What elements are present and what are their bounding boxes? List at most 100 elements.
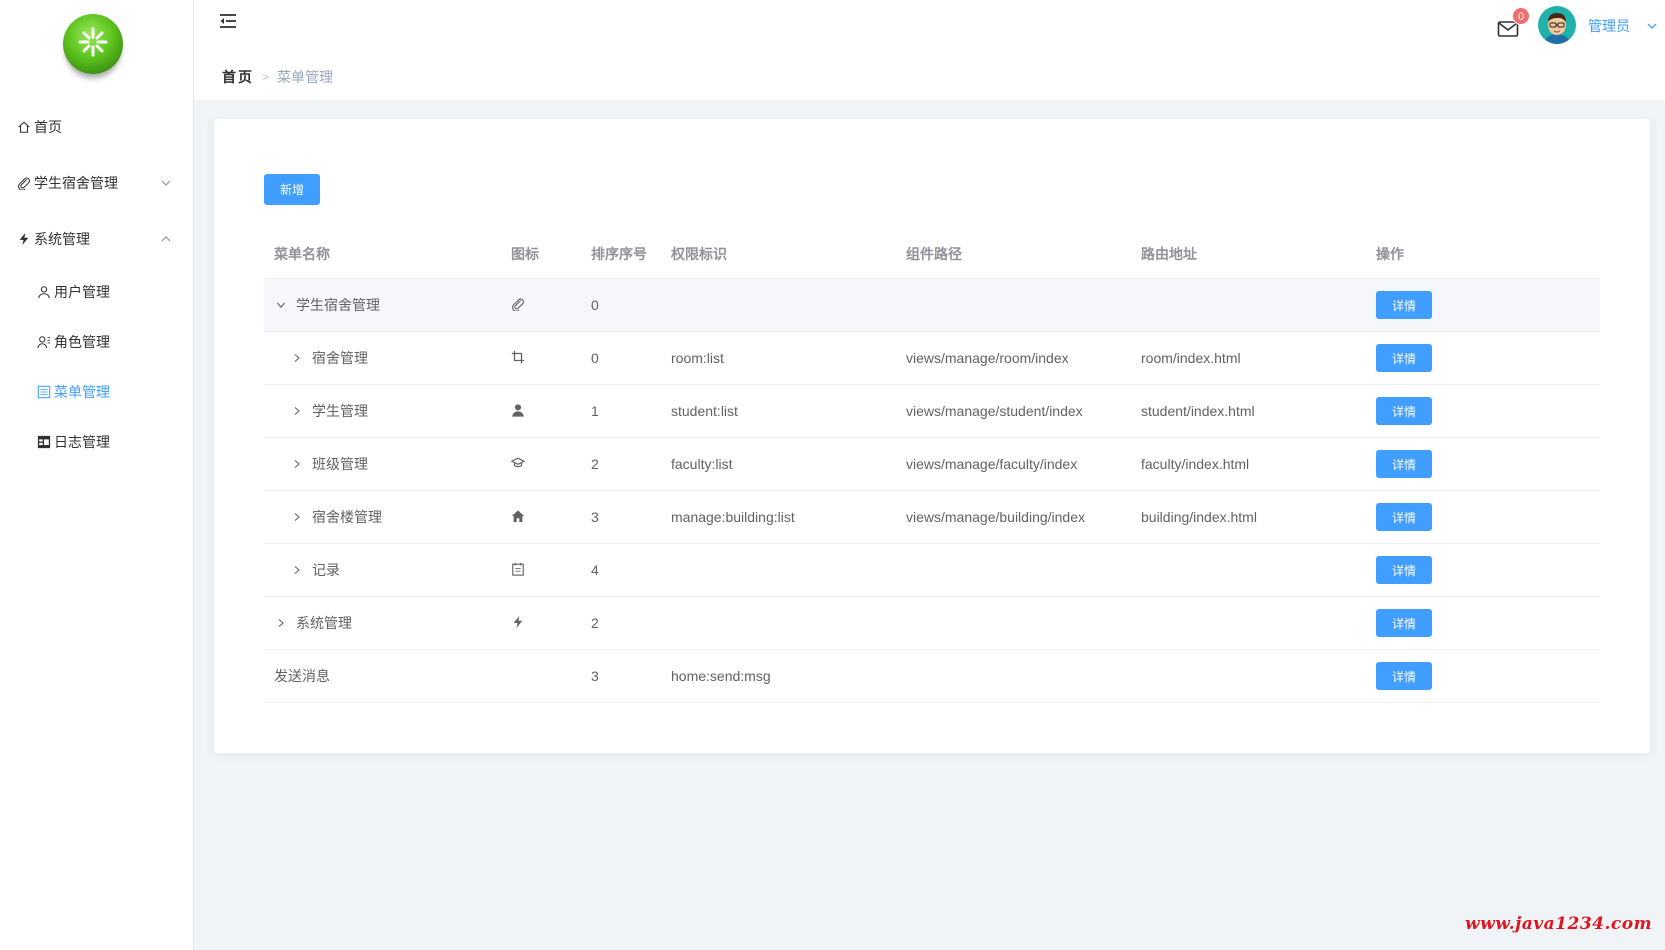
notebook-icon xyxy=(511,562,525,579)
menu-name: 宿舍楼管理 xyxy=(312,509,382,525)
user-icon xyxy=(36,284,52,300)
sidebar-item-roles[interactable]: 角色管理 xyxy=(0,327,194,357)
detail-button[interactable]: 详情 xyxy=(1376,450,1432,478)
chevron-down-icon[interactable] xyxy=(274,298,288,312)
chevron-down-icon[interactable] xyxy=(1646,19,1658,35)
main-card: 新增 菜单名称 图标 排序序号 权限标识 组件路径 路由地址 操作 学生宿舍管理… xyxy=(214,119,1650,753)
cell-icon xyxy=(501,350,581,367)
cell-name: 宿舍管理 xyxy=(264,348,501,368)
menu-name: 学生宿舍管理 xyxy=(296,297,380,313)
user-name[interactable]: 管理员 xyxy=(1588,16,1630,36)
table-row: 班级管理 2 faculty:list views/manage/faculty… xyxy=(264,438,1600,491)
cell-actions: 详情 xyxy=(1366,662,1600,690)
table-row: 学生管理 1 student:list views/manage/student… xyxy=(264,385,1600,438)
sidebar-item-users[interactable]: 用户管理 xyxy=(0,277,194,307)
cell-name: 记录 xyxy=(264,560,501,580)
table-row: 学生宿舍管理 0 详情 xyxy=(264,279,1600,332)
chevron-right-icon[interactable] xyxy=(290,563,304,577)
cell-route: room/index.html xyxy=(1141,350,1241,366)
mail-badge: 0 xyxy=(1512,7,1531,25)
detail-button[interactable]: 详情 xyxy=(1376,503,1432,531)
user-settings-icon xyxy=(36,334,52,350)
sidebar-item-label: 日志管理 xyxy=(54,434,110,450)
cell-icon xyxy=(501,403,581,420)
sidebar-item-label: 学生宿舍管理 xyxy=(34,175,118,191)
cell-component: views/manage/building/index xyxy=(906,509,1085,525)
crop-icon xyxy=(511,350,525,367)
sidebar-item-logs[interactable]: 日志管理 xyxy=(0,427,194,457)
table-header: 菜单名称 图标 排序序号 权限标识 组件路径 路由地址 操作 xyxy=(264,229,1600,279)
table-row: 宿舍管理 0 room:list views/manage/room/index… xyxy=(264,332,1600,385)
table-icon xyxy=(36,434,52,450)
cell-order: 3 xyxy=(591,509,599,525)
cell-component: views/manage/faculty/index xyxy=(906,456,1078,472)
column-header: 组件路径 xyxy=(906,245,962,262)
column-header: 操作 xyxy=(1376,245,1404,262)
sidebar-item-menus[interactable]: 菜单管理 xyxy=(0,377,194,407)
chevron-right-icon[interactable] xyxy=(274,616,288,630)
sidebar-item-label: 首页 xyxy=(34,119,62,135)
home-icon xyxy=(16,119,32,135)
column-header: 图标 xyxy=(511,245,539,262)
detail-button[interactable]: 详情 xyxy=(1376,609,1432,637)
lightning-icon xyxy=(511,615,525,632)
cell-order: 3 xyxy=(591,668,599,684)
cell-icon xyxy=(501,615,581,632)
house-icon xyxy=(511,509,525,526)
detail-button[interactable]: 详情 xyxy=(1376,556,1432,584)
fold-menu-icon[interactable] xyxy=(218,12,238,33)
cell-actions: 详情 xyxy=(1366,291,1600,319)
sidebar: 首页 学生宿舍管理 系统管理 用户管理 角色管理 菜单管理 日志管理 xyxy=(0,0,194,950)
watermark: www.java1234.com xyxy=(1465,914,1653,934)
chevron-right-icon[interactable] xyxy=(290,351,304,365)
sidebar-item-dorm-management[interactable]: 学生宿舍管理 xyxy=(0,168,194,198)
cell-name: 宿舍楼管理 xyxy=(264,507,501,527)
detail-button[interactable]: 详情 xyxy=(1376,662,1432,690)
cell-route: faculty/index.html xyxy=(1141,456,1250,472)
avatar[interactable] xyxy=(1538,6,1576,44)
breadcrumb-home[interactable]: 首页 xyxy=(222,67,254,87)
sidebar-item-label: 菜单管理 xyxy=(54,384,110,400)
paperclip-icon xyxy=(16,175,32,191)
cell-icon xyxy=(501,456,581,473)
cell-perm: home:send:msg xyxy=(671,668,771,684)
cell-actions: 详情 xyxy=(1366,556,1600,584)
cell-order: 0 xyxy=(591,350,599,366)
cell-icon xyxy=(501,562,581,579)
chevron-right-icon[interactable] xyxy=(290,404,304,418)
menu-name: 学生管理 xyxy=(312,403,368,419)
breadcrumb: 首页 > 菜单管理 xyxy=(222,67,333,87)
chevron-right-icon[interactable] xyxy=(290,457,304,471)
cell-actions: 详情 xyxy=(1366,397,1600,425)
cell-icon xyxy=(501,509,581,526)
detail-button[interactable]: 详情 xyxy=(1376,291,1432,319)
detail-button[interactable]: 详情 xyxy=(1376,344,1432,372)
cell-name: 学生宿舍管理 xyxy=(264,295,501,315)
cell-order: 4 xyxy=(591,562,599,578)
chevron-up-icon xyxy=(160,232,172,248)
column-header: 菜单名称 xyxy=(274,245,330,262)
detail-button[interactable]: 详情 xyxy=(1376,397,1432,425)
cell-route: building/index.html xyxy=(1141,509,1257,525)
menu-name: 宿舍管理 xyxy=(312,350,368,366)
cell-name: 发送消息 xyxy=(264,666,501,686)
cell-order: 2 xyxy=(591,456,599,472)
header: 首页 > 菜单管理 0 管理员 xyxy=(194,0,1665,100)
graduation-cap-icon xyxy=(510,456,526,473)
chevron-right-icon[interactable] xyxy=(290,510,304,524)
breadcrumb-separator-icon: > xyxy=(262,70,270,84)
logo xyxy=(63,14,123,74)
sidebar-item-home[interactable]: 首页 xyxy=(0,112,194,142)
add-button[interactable]: 新增 xyxy=(264,174,320,205)
cell-route: student/index.html xyxy=(1141,403,1255,419)
cell-perm: manage:building:list xyxy=(671,509,795,525)
column-header: 权限标识 xyxy=(671,245,727,262)
sidebar-item-system-management[interactable]: 系统管理 xyxy=(0,224,194,254)
menu-name: 发送消息 xyxy=(274,668,330,684)
cell-name: 班级管理 xyxy=(264,454,501,474)
cell-perm: faculty:list xyxy=(671,456,733,472)
cell-actions: 详情 xyxy=(1366,609,1600,637)
cell-component: views/manage/student/index xyxy=(906,403,1083,419)
sidebar-item-label: 系统管理 xyxy=(34,231,90,247)
cell-name: 学生管理 xyxy=(264,401,501,421)
